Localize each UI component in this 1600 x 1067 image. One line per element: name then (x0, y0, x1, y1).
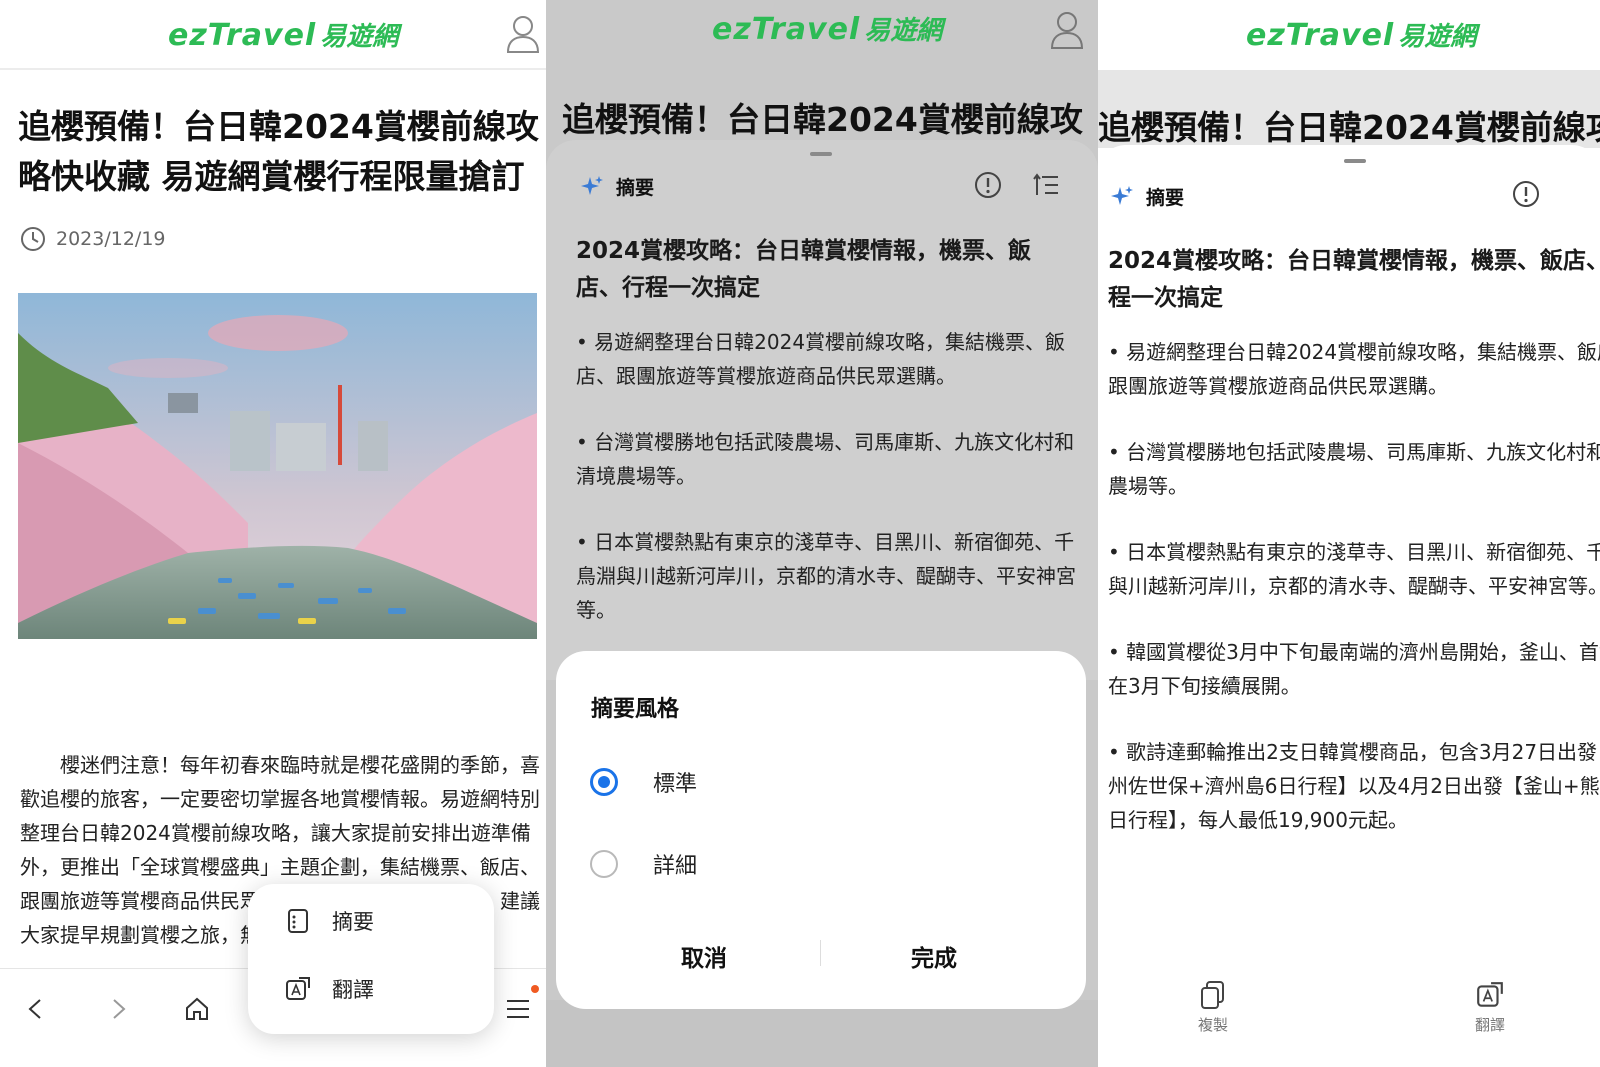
site-header: ezTravel 易遊網 (1098, 0, 1600, 70)
radio-button[interactable] (590, 850, 618, 878)
summary-headline: 2024賞櫻攻略：台日韓賞櫻情報，機票、飯店、行程一次搞定 (1108, 248, 1600, 311)
user-icon[interactable] (505, 14, 541, 54)
summary-bullet: • 台灣賞櫻勝地包括武陵農場、司馬庫斯、九族文化村和清境農場等。 (1108, 440, 1600, 498)
menu-icon[interactable] (496, 987, 540, 1031)
copy-icon (1201, 981, 1224, 1009)
article-title: 追櫻預備！台日韓2024賞櫻前線攻 (562, 100, 1083, 139)
summary-bullet: • 日本賞櫻熱點有東京的淺草寺、目黑川、新宿御苑、千鳥淵與川越新河岸川，京都的清… (1108, 540, 1600, 598)
site-header: ezTravel 易遊網 (546, 0, 1098, 70)
summary-sheet: 摘要 2024賞櫻攻略：台日韓賞櫻情報，機票、飯店、行程一次搞定 • 易遊網整理… (546, 140, 1098, 680)
radio-detailed[interactable]: 詳細 (590, 848, 697, 880)
brand-logo[interactable]: ezTravel 易遊網 (712, 10, 942, 50)
brand-logo[interactable]: ezTravel 易遊網 (168, 16, 398, 56)
button-divider (820, 940, 821, 966)
summary-actions-bar: 複製 翻譯 (1098, 968, 1600, 1067)
summary-menu-item[interactable]: 摘要 (284, 906, 374, 936)
summary-full-panel: ezTravel 易遊網 追櫻預備！台日韓2024賞櫻前線攻 摘要 2024賞櫻攻… (1098, 0, 1600, 1067)
summary-style-panel: ezTravel 易遊網 追櫻預備！台日韓2024賞櫻前線攻 摘要 2024賞櫻攻… (546, 0, 1098, 1067)
dialog-title: 摘要風格 (591, 697, 680, 722)
summary-icon (288, 909, 308, 933)
summary-bullet: • 易遊網整理台日韓2024賞櫻前線攻略，集結機票、飯店、跟團旅遊等賞櫻旅遊商品… (576, 330, 1066, 388)
summary-bullet: • 韓國賞櫻從3月中下旬最南端的濟州島開始，釜山、首爾則在3月下旬接續展開。 (1108, 640, 1600, 698)
translate-menu-item[interactable]: 翻譯 (284, 974, 374, 1004)
done-button[interactable]: 完成 (911, 939, 957, 973)
copy-button[interactable]: 複製 (1198, 980, 1228, 1035)
article-cherry-blossom-photo (18, 293, 537, 639)
tools-popup-menu: 摘要 翻譯 (248, 884, 494, 1034)
translate-button[interactable]: 翻譯 (1475, 980, 1505, 1035)
summary-style-icon[interactable] (1032, 170, 1062, 200)
home-icon[interactable] (175, 987, 219, 1031)
summary-bullet: • 歌詩達郵輪推出2支日韓賞櫻商品，包含3月27日出發【九州佐世保+濟州島6日行… (1108, 740, 1600, 832)
article-title: 追櫻預備！台日韓2024賞櫻前線攻 略快收藏 易遊網賞櫻行程限量搶訂 (18, 107, 539, 196)
clock-icon (21, 227, 45, 251)
info-icon[interactable] (973, 170, 1003, 200)
summary-bullets: • 易遊網整理台日韓2024賞櫻前線攻略，集結機票、飯店、跟團旅遊等賞櫻旅遊商品… (576, 325, 1076, 659)
summary-bullet: • 易遊網整理台日韓2024賞櫻前線攻略，集結機票、飯店、跟團旅遊等賞櫻旅遊商品… (1108, 340, 1600, 398)
radio-standard[interactable]: 標準 (590, 766, 697, 798)
user-icon[interactable] (1049, 10, 1085, 50)
summary-bullet: • 台灣賞櫻勝地包括武陵農場、司馬庫斯、九族文化村和清境農場等。 (576, 430, 1075, 488)
sparkle-icon (1111, 185, 1133, 205)
translate-icon (1477, 982, 1503, 1007)
summary-sheet: 摘要 2024賞櫻攻略：台日韓賞櫻情報，機票、飯店、行程一次搞定 • 易遊網整理… (1098, 145, 1600, 975)
back-icon[interactable] (14, 987, 58, 1031)
summary-header: 摘要 (580, 173, 654, 200)
brand-logo[interactable]: ezTravel 易遊網 (1246, 16, 1476, 56)
summary-headline: 2024賞櫻攻略：台日韓賞櫻情報，機票、飯店、行程一次搞定 (576, 238, 1032, 301)
sheet-handle[interactable] (1344, 159, 1366, 163)
forward-icon[interactable] (96, 987, 140, 1031)
sparkle-icon (581, 175, 603, 195)
summary-bullets: • 易遊網整理台日韓2024賞櫻前線攻略，集結機票、飯店、跟團旅遊等賞櫻旅遊商品… (1108, 335, 1600, 869)
summary-style-dialog: 摘要風格 標準 詳細 取消 完成 (556, 651, 1086, 1009)
browser-article-panel: ezTravel 易遊網 追櫻預備！台日韓2024賞櫻前線攻 略快收藏 易遊網賞櫻… (0, 0, 546, 1067)
radio-button-selected[interactable] (590, 768, 618, 796)
summary-bullet: • 日本賞櫻熱點有東京的淺草寺、目黑川、新宿御苑、千鳥淵與川越新河岸川，京都的清… (576, 530, 1076, 622)
notification-dot (531, 985, 539, 993)
translate-icon (286, 977, 310, 1000)
sheet-handle[interactable] (810, 152, 832, 156)
info-icon[interactable] (1511, 179, 1541, 209)
site-header: ezTravel 易遊網 (0, 0, 546, 70)
dimmed-bottom-bar (546, 1000, 1098, 1067)
cancel-button[interactable]: 取消 (681, 939, 727, 973)
summary-header: 摘要 (1110, 183, 1184, 210)
article-date: 2023/12/19 (20, 226, 166, 252)
